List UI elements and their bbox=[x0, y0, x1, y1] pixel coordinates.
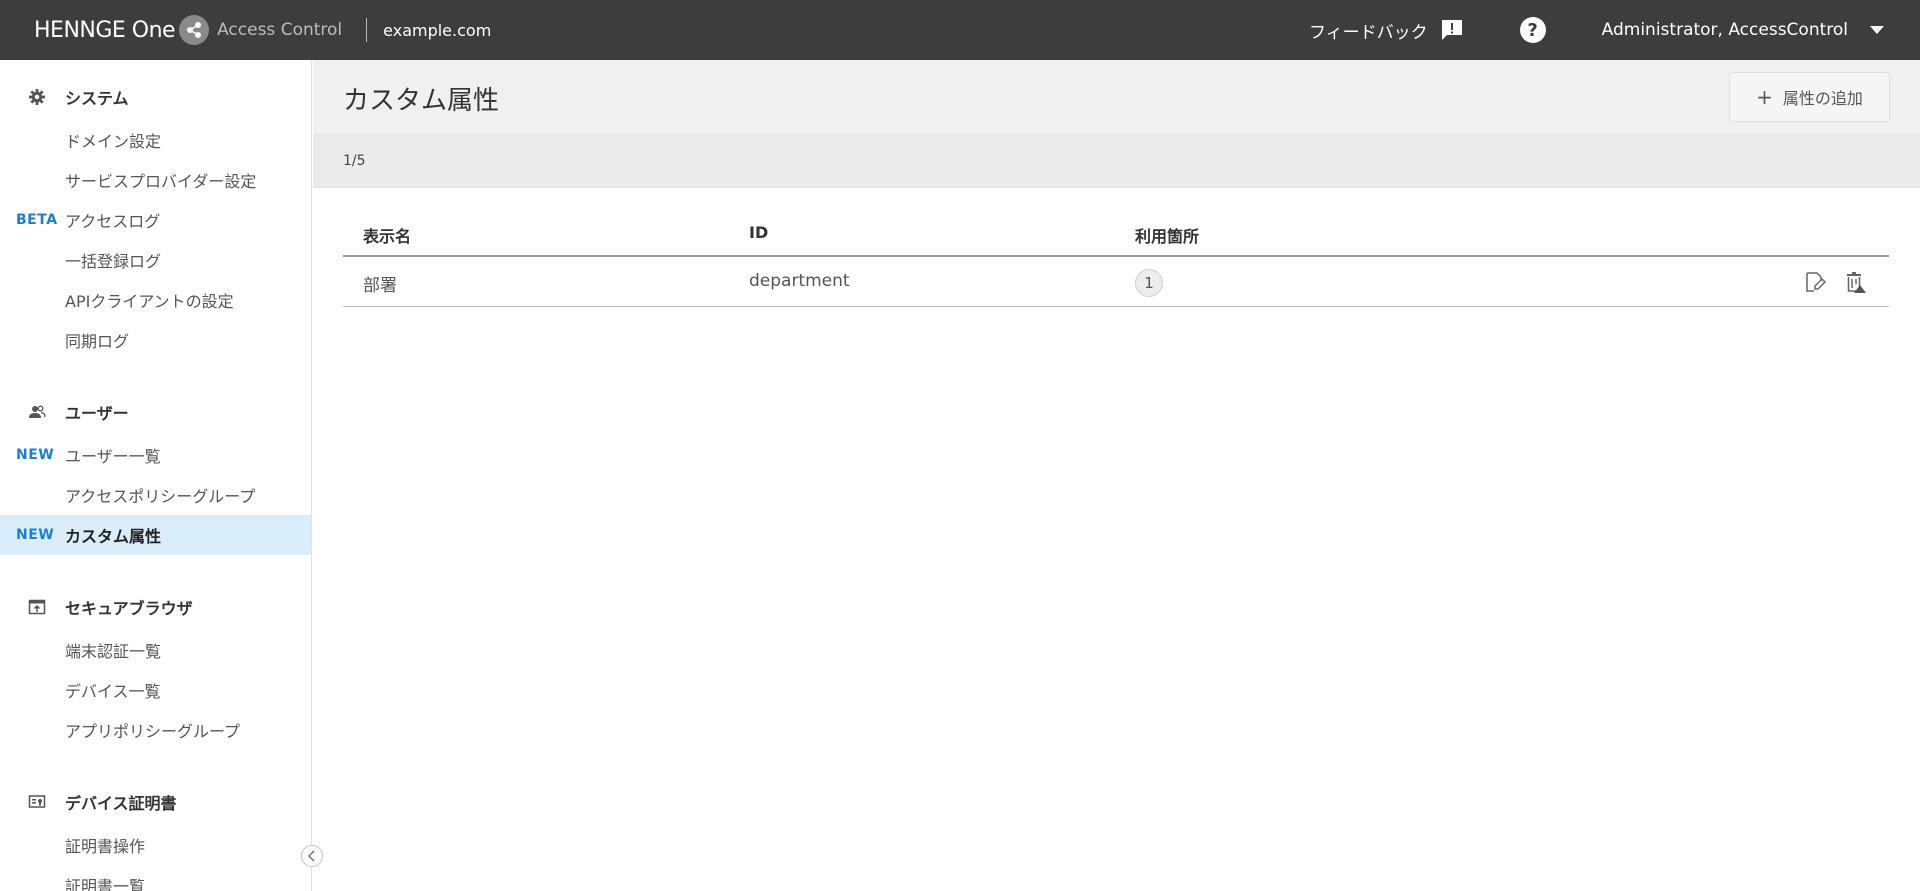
sidebar-item-label: 同期ログ bbox=[65, 332, 130, 351]
sidebar-item-label: ドメイン設定 bbox=[65, 132, 162, 151]
sidebar: システム ドメイン設定 サービスプロバイダー設定 BETA アクセスログ 一括登… bbox=[0, 60, 312, 891]
sidebar-collapse-button[interactable] bbox=[301, 845, 323, 867]
edit-icon[interactable] bbox=[1803, 270, 1827, 294]
plus-icon: + bbox=[1756, 85, 1773, 109]
user-name: Administrator, AccessControl bbox=[1601, 20, 1848, 40]
sidebar-item-api-client-settings[interactable]: APIクライアントの設定 bbox=[0, 280, 311, 320]
sidebar-section-device-certificate: デバイス証明書 bbox=[0, 788, 312, 816]
sidebar-item-label: アクセスポリシーグループ bbox=[65, 487, 256, 506]
sidebar-section-users: ユーザー bbox=[0, 398, 312, 426]
main-content: カスタム属性 + 属性の追加 1/5 表示名 ID 利用箇所 部署 depart… bbox=[313, 60, 1920, 891]
sidebar-item-label: サービスプロバイダー設定 bbox=[65, 172, 257, 191]
sidebar-item-label: アクセスログ bbox=[65, 212, 161, 231]
sidebar-section-system: システム bbox=[0, 83, 312, 111]
brand-product: Access Control bbox=[217, 20, 343, 40]
delete-icon[interactable] bbox=[1843, 270, 1867, 294]
pager-bar: 1/5 bbox=[313, 135, 1920, 188]
column-header-usage: 利用箇所 bbox=[1135, 227, 1200, 246]
tenant-domain: example.com bbox=[383, 20, 492, 40]
brand-divider bbox=[366, 18, 368, 42]
new-badge: NEW bbox=[16, 447, 55, 463]
beta-badge: BETA bbox=[16, 212, 58, 228]
browser-icon bbox=[28, 599, 46, 615]
sidebar-item-label: 一括登録ログ bbox=[65, 252, 162, 271]
sidebar-item-app-policy-group[interactable]: アプリポリシーグループ bbox=[0, 710, 311, 750]
sidebar-item-label: 端末認証一覧 bbox=[65, 642, 162, 661]
cell-display-name: 部署 bbox=[363, 276, 397, 296]
sidebar-item-certificate-operations[interactable]: 証明書操作 bbox=[0, 825, 311, 865]
usage-count-badge[interactable]: 1 bbox=[1135, 269, 1163, 297]
page-title: カスタム属性 bbox=[343, 86, 500, 116]
sidebar-section-label: システム bbox=[65, 89, 129, 108]
sidebar-item-label: デバイス一覧 bbox=[65, 682, 161, 701]
top-nav: フィードバック ? Administrator, AccessControl bbox=[1309, 0, 1920, 60]
sidebar-item-label: ユーザー一覧 bbox=[65, 447, 161, 466]
attributes-table: 表示名 ID 利用箇所 部署 department 1 bbox=[343, 203, 1889, 307]
cell-id: department bbox=[749, 271, 850, 291]
brand-logo-icon bbox=[179, 15, 210, 45]
chevron-left-icon bbox=[307, 850, 315, 862]
table-row: 部署 department 1 bbox=[343, 257, 1889, 307]
sidebar-section-label: デバイス証明書 bbox=[65, 794, 177, 813]
users-icon bbox=[29, 405, 46, 418]
sidebar-section-secure-browser: セキュアブラウザ bbox=[0, 593, 312, 621]
feedback-icon bbox=[1441, 20, 1462, 40]
help-icon[interactable]: ? bbox=[1519, 17, 1546, 43]
page-header: カスタム属性 + 属性の追加 bbox=[313, 60, 1920, 135]
feedback-link[interactable]: フィードバック bbox=[1309, 18, 1464, 43]
sidebar-item-user-list[interactable]: NEW ユーザー一覧 bbox=[0, 435, 311, 475]
sidebar-item-certificate-list[interactable]: 証明書一覧 bbox=[0, 865, 311, 891]
sidebar-item-service-provider-settings[interactable]: サービスプロバイダー設定 bbox=[0, 160, 311, 200]
sidebar-item-label: APIクライアントの設定 bbox=[65, 292, 234, 311]
sidebar-item-access-log[interactable]: BETA アクセスログ bbox=[0, 200, 311, 240]
sidebar-item-label: 証明書一覧 bbox=[65, 877, 146, 891]
feedback-label: フィードバック bbox=[1308, 22, 1428, 43]
sidebar-item-custom-attributes[interactable]: NEW カスタム属性 bbox=[0, 515, 311, 555]
sidebar-item-device-list[interactable]: デバイス一覧 bbox=[0, 670, 311, 710]
sidebar-item-domain-settings[interactable]: ドメイン設定 bbox=[0, 120, 311, 160]
brand[interactable]: HENNGE One Access Control example.com bbox=[34, 0, 491, 60]
page-indicator: 1/5 bbox=[343, 153, 366, 169]
table-header: 表示名 ID 利用箇所 bbox=[343, 203, 1889, 257]
add-attribute-label: 属性の追加 bbox=[1782, 89, 1863, 108]
sidebar-item-label: アプリポリシーグループ bbox=[65, 722, 241, 741]
column-header-id: ID bbox=[749, 223, 769, 242]
brand-name: HENNGE One bbox=[34, 17, 176, 43]
new-badge: NEW bbox=[16, 527, 55, 543]
sidebar-section-label: ユーザー bbox=[65, 404, 129, 423]
add-attribute-button[interactable]: + 属性の追加 bbox=[1729, 72, 1890, 122]
column-header-display-name: 表示名 bbox=[363, 227, 412, 246]
sidebar-item-access-policy-group[interactable]: アクセスポリシーグループ bbox=[0, 475, 311, 515]
sidebar-item-sync-log[interactable]: 同期ログ bbox=[0, 320, 311, 360]
sidebar-section-label: セキュアブラウザ bbox=[65, 599, 193, 618]
sidebar-item-label: カスタム属性 bbox=[65, 527, 162, 546]
certificate-icon bbox=[28, 795, 46, 808]
chevron-down-icon bbox=[1870, 26, 1884, 34]
sidebar-item-device-auth-list[interactable]: 端末認証一覧 bbox=[0, 630, 311, 670]
top-bar: HENNGE One Access Control example.com フィ… bbox=[0, 0, 1920, 60]
sidebar-item-label: 証明書操作 bbox=[65, 837, 146, 856]
gear-icon bbox=[29, 89, 45, 105]
user-menu[interactable]: Administrator, AccessControl bbox=[1602, 20, 1884, 40]
sidebar-item-bulk-registration-log[interactable]: 一括登録ログ bbox=[0, 240, 311, 280]
